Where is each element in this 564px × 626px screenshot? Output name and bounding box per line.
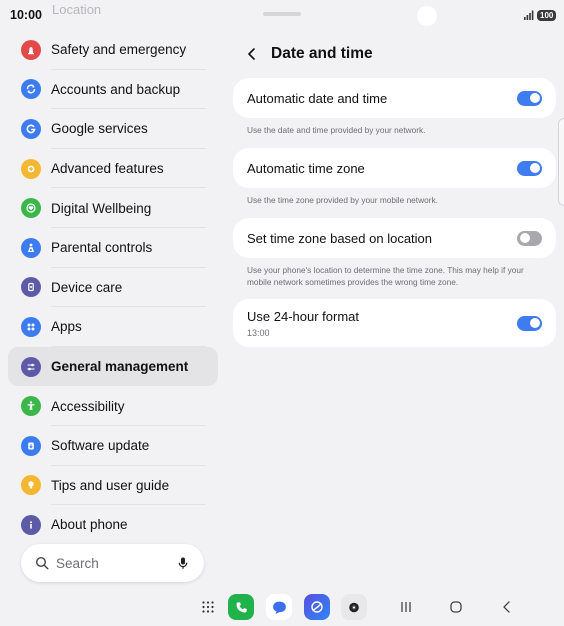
google-icon	[21, 118, 41, 139]
camera-cutout	[417, 6, 437, 26]
sidebar-item-label: Safety and emergency	[51, 42, 187, 58]
setting-label: Set time zone based on location	[247, 230, 433, 246]
scrolled-header-text: Location	[52, 2, 102, 17]
helper-text: Use the date and time provided by your n…	[247, 125, 426, 135]
sidebar-item-software-update[interactable]: Software update	[8, 426, 218, 466]
sidebar-item-label: Parental controls	[51, 240, 153, 256]
battery-icon: 100	[537, 10, 557, 21]
sidebar-item-digital-wellbeing[interactable]: Digital Wellbeing	[8, 188, 218, 228]
sidebar-item-general-management[interactable]: General management	[8, 346, 218, 387]
sidebar-item-parental-controls[interactable]: Parental controls	[8, 228, 218, 268]
setting-card-automatic-time-zone[interactable]: Automatic time zone	[233, 148, 556, 188]
time-zone-location-toggle[interactable]	[517, 230, 542, 246]
setting-text-group: Use 24-hour format 13:00	[247, 309, 359, 338]
window-drag-handle[interactable]	[263, 12, 301, 16]
sidebar-item-google-services[interactable]: Google services	[8, 109, 218, 149]
date-time-settings-pane: Date and time Automatic date and time Us…	[233, 30, 556, 347]
sidebar-item-advanced-features[interactable]: Advanced features	[8, 149, 218, 189]
sidebar-item-apps[interactable]: Apps	[8, 307, 218, 347]
sidebar-item-label: Apps	[51, 319, 82, 335]
phone-app-icon[interactable]	[228, 594, 254, 620]
sidebar-item-tips-and-user-guide[interactable]: Tips and user guide	[8, 466, 218, 506]
bulb-icon	[21, 475, 41, 496]
accessibility-icon	[21, 396, 41, 417]
messages-app-icon[interactable]	[266, 594, 292, 620]
toggle-knob	[530, 93, 540, 103]
camera-app-icon[interactable]	[341, 594, 367, 620]
sidebar-item-label: Device care	[51, 279, 123, 295]
heart-icon	[21, 198, 41, 219]
setting-label: Automatic time zone	[247, 160, 365, 176]
device-care-icon	[21, 277, 41, 298]
helper-text: Use the time zone provided by your mobil…	[247, 195, 438, 205]
sidebar-item-label: Accessibility	[51, 398, 125, 414]
sidebar-item-label: Advanced features	[51, 161, 164, 177]
chevron-left-icon	[248, 48, 255, 60]
setting-summary: 13:00	[247, 327, 270, 338]
detail-header: Date and time	[233, 30, 556, 78]
sidebar-item-safety-and-emergency[interactable]: Safety and emergency	[8, 30, 218, 70]
sidebar-item-about-phone[interactable]: About phone	[8, 505, 218, 545]
setting-card-24-hour-format[interactable]: Use 24-hour format 13:00	[233, 299, 556, 347]
settings-search[interactable]	[21, 544, 204, 582]
sliders-icon	[21, 356, 41, 377]
family-icon	[21, 237, 41, 258]
sidebar-item-label: Google services	[51, 121, 148, 137]
sidebar-item-label: General management	[51, 359, 189, 375]
sidebar-item-device-care[interactable]: Device care	[8, 268, 218, 308]
info-icon	[21, 514, 41, 535]
update-icon	[21, 435, 41, 456]
settings-menu: Safety and emergency Accounts and backup…	[8, 30, 218, 545]
edge-panel-handle[interactable]	[558, 118, 564, 206]
sidebar-item-label: Software update	[51, 438, 150, 454]
gear-plus-icon	[21, 158, 41, 179]
sidebar-item-label: Accounts and backup	[51, 81, 181, 97]
24-hour-format-toggle[interactable]	[517, 315, 542, 331]
setting-label: Use 24-hour format	[247, 308, 359, 324]
microphone-icon[interactable]	[176, 556, 190, 570]
sync-icon	[21, 79, 41, 100]
status-time: 10:00	[10, 8, 42, 22]
status-bar: Location 10:00 100	[0, 0, 564, 30]
alert-icon	[21, 39, 41, 60]
sidebar-item-accessibility[interactable]: Accessibility	[8, 386, 218, 426]
setting-card-time-zone-location[interactable]: Set time zone based on location	[233, 218, 556, 258]
page-title: Date and time	[271, 45, 373, 62]
sidebar-item-label: About phone	[51, 517, 128, 533]
taskbar	[0, 594, 564, 622]
search-input[interactable]	[56, 555, 156, 571]
home-icon[interactable]	[443, 594, 469, 620]
app-drawer-icon[interactable]	[195, 594, 221, 620]
automatic-date-time-toggle[interactable]	[517, 90, 542, 106]
search-icon	[35, 556, 49, 570]
signal-icon	[524, 10, 534, 20]
back-icon[interactable]	[494, 594, 520, 620]
toggle-knob	[530, 318, 540, 328]
toggle-knob	[530, 163, 540, 173]
sidebar-item-accounts-and-backup[interactable]: Accounts and backup	[8, 70, 218, 110]
apps-icon	[21, 316, 41, 337]
helper-text: Use your phone's location to determine t…	[247, 265, 524, 287]
back-button[interactable]	[239, 41, 265, 67]
setting-label: Automatic date and time	[247, 90, 388, 106]
sidebar-item-label: Digital Wellbeing	[51, 200, 152, 216]
recents-icon[interactable]	[393, 594, 419, 620]
toggle-knob	[519, 233, 530, 243]
automatic-time-zone-toggle[interactable]	[517, 160, 542, 176]
internet-app-icon[interactable]	[304, 594, 330, 620]
setting-card-automatic-date-time[interactable]: Automatic date and time	[233, 78, 556, 118]
sidebar-item-label: Tips and user guide	[51, 477, 170, 493]
